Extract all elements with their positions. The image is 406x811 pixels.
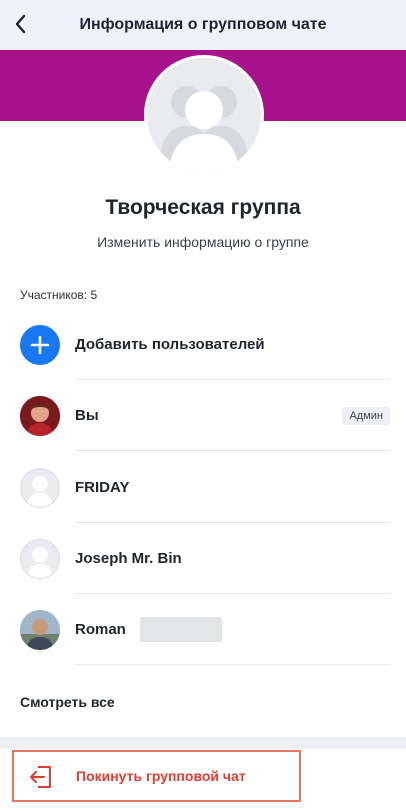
member-row[interactable]: Joseph Mr. Bin (0, 523, 406, 594)
divider (75, 450, 390, 451)
header-bar: Информация о групповом чате (0, 0, 406, 50)
admin-badge: Админ (342, 406, 390, 425)
edit-group-info-link[interactable]: Изменить информацию о группе (0, 234, 406, 250)
leave-group-label: Покинуть групповой чат (76, 768, 246, 784)
members-count: Участников: 5 (20, 288, 98, 302)
member-avatar (20, 395, 60, 436)
member-avatar (20, 538, 60, 579)
group-name: Творческая группа (105, 196, 301, 219)
user-photo-icon (20, 395, 60, 436)
user-photo-icon (20, 609, 60, 650)
group-placeholder-icon (159, 86, 249, 172)
back-button[interactable] (6, 9, 36, 39)
redacted-block (140, 617, 222, 642)
member-avatar (20, 467, 60, 508)
chevron-left-icon (15, 14, 26, 34)
member-name: Joseph Mr. Bin (75, 550, 182, 567)
leave-icon (30, 766, 51, 788)
divider (75, 664, 390, 665)
member-avatar (20, 609, 60, 650)
member-name: FRIDAY (75, 479, 130, 496)
group-avatar[interactable] (144, 55, 264, 175)
plus-icon (30, 335, 50, 354)
member-name: Вы (75, 407, 99, 424)
add-users-button[interactable] (20, 324, 60, 365)
member-name: Roman (75, 621, 126, 638)
page-title: Информация о групповом чате (79, 16, 327, 33)
add-users-label: Добавить пользователей (75, 336, 265, 353)
leave-group-button[interactable]: Покинуть групповой чат (12, 750, 301, 802)
see-all-link[interactable]: Смотреть все (20, 694, 115, 710)
member-row[interactable]: Вы Админ (0, 380, 406, 451)
section-separator (0, 737, 406, 749)
member-row[interactable]: Roman (0, 594, 406, 665)
user-placeholder-icon (26, 546, 54, 578)
user-placeholder-icon (26, 475, 54, 507)
add-users-row[interactable]: Добавить пользователей (0, 309, 406, 380)
member-row[interactable]: FRIDAY (0, 452, 406, 523)
